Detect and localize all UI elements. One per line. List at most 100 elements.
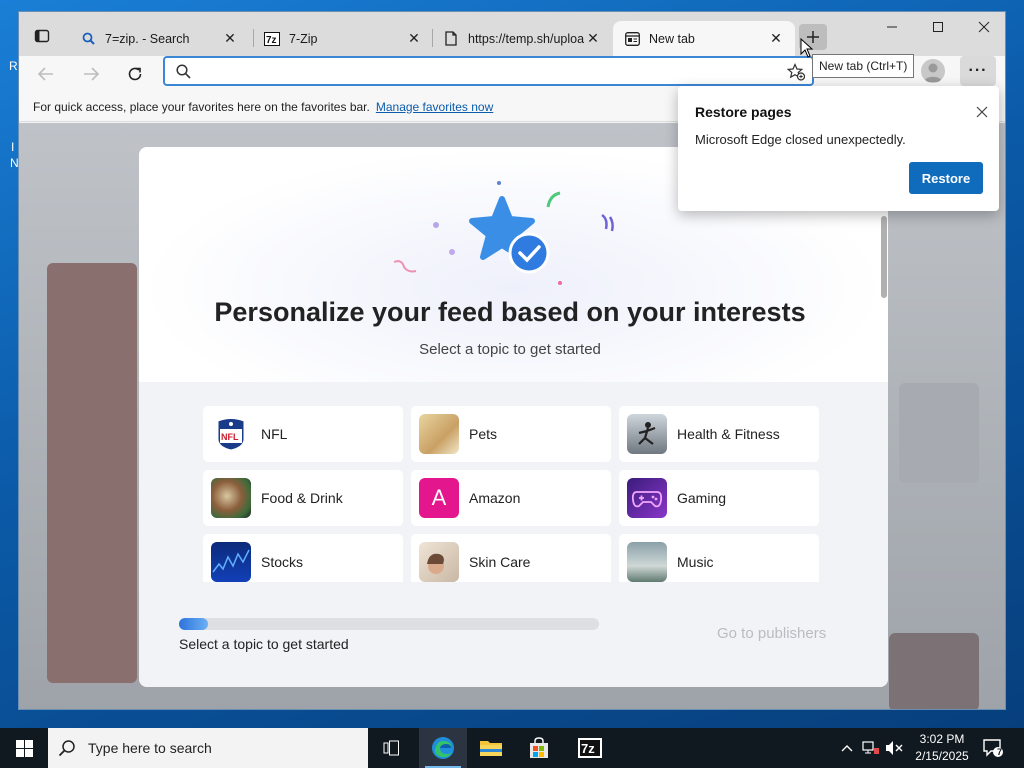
pets-photo-icon — [419, 414, 459, 454]
blurred-background-card — [899, 383, 979, 483]
refresh-button[interactable] — [120, 59, 150, 89]
topic-card-amazon[interactable]: A Amazon — [411, 470, 611, 526]
food-photo-icon — [211, 478, 251, 518]
progress-fill — [179, 618, 209, 630]
star-check-illustration-icon — [393, 181, 614, 285]
add-favorite-icon[interactable] — [787, 63, 805, 81]
store-icon — [530, 737, 548, 758]
7zip-icon: 7z — [578, 738, 602, 758]
svg-text:7z: 7z — [266, 35, 277, 46]
new-tab-tooltip: New tab (Ctrl+T) — [812, 54, 915, 78]
tab-search[interactable]: 7=zip. - Search ✕ — [69, 21, 249, 56]
close-window-button[interactable] — [961, 12, 1005, 42]
7zip-taskbar-button[interactable]: 7z — [566, 728, 614, 768]
manage-favorites-link[interactable]: Manage favorites now — [376, 100, 493, 114]
taskbar-search-box[interactable] — [48, 728, 368, 768]
network-icon — [862, 741, 879, 754]
topic-label: Amazon — [469, 490, 521, 506]
search-icon — [79, 30, 97, 48]
network-button[interactable] — [860, 728, 882, 768]
desktop-icon-letter: I — [11, 140, 15, 154]
progress-label: Select a topic to get started — [179, 636, 349, 652]
blurred-background-card — [47, 263, 137, 683]
tab-label: 7=zip. - Search — [105, 31, 190, 46]
show-hidden-icons-button[interactable] — [838, 728, 856, 768]
tab-actions-button[interactable] — [27, 22, 57, 50]
close-icon[interactable]: ✕ — [221, 30, 239, 48]
go-to-publishers-button[interactable]: Go to publishers — [717, 625, 826, 642]
dialog-subtitle: Select a topic to get started — [419, 341, 601, 358]
forward-arrow-icon — [84, 67, 100, 81]
task-view-icon — [383, 740, 399, 756]
topic-label: Food & Drink — [261, 490, 343, 506]
topic-card-music[interactable]: Music — [619, 534, 819, 582]
restore-title: Restore pages — [695, 104, 792, 120]
tab-label: 7-Zip — [289, 31, 318, 46]
start-button[interactable] — [0, 728, 48, 768]
minimize-button[interactable] — [869, 12, 915, 42]
chevron-up-icon — [841, 745, 853, 752]
topic-card-food-drink[interactable]: Food & Drink — [203, 470, 403, 526]
newtab-icon — [623, 30, 641, 48]
topic-label: Skin Care — [469, 554, 531, 570]
taskbar-search-input[interactable] — [88, 740, 348, 756]
close-icon[interactable]: ✕ — [767, 30, 785, 48]
gamepad-photo-icon — [627, 478, 667, 518]
edge-taskbar-button[interactable] — [419, 728, 467, 768]
svg-text:NFL: NFL — [221, 432, 239, 442]
close-icon — [978, 21, 990, 33]
address-bar[interactable] — [163, 56, 814, 86]
ellipsis-icon: ··· — [968, 62, 988, 79]
restore-message: Microsoft Edge closed unexpectedly. — [695, 132, 906, 147]
system-clock[interactable]: 3:02 PM 2/15/2025 — [904, 731, 980, 765]
page-icon — [442, 30, 460, 48]
restore-pages-popup: Restore pages Microsoft Edge closed unex… — [678, 86, 999, 211]
address-input[interactable] — [199, 62, 759, 82]
task-view-button[interactable] — [368, 728, 416, 768]
settings-more-button[interactable]: ··· — [960, 56, 996, 86]
person-icon — [924, 63, 942, 82]
edge-icon — [432, 737, 454, 759]
tab-strip: 7=zip. - Search ✕ 7z 7-Zip ✕ https://tem… — [19, 12, 1005, 56]
topic-card-pets[interactable]: Pets — [411, 406, 611, 462]
topic-card-gaming[interactable]: Gaming — [619, 470, 819, 526]
topic-label: Music — [677, 554, 714, 570]
desktop-icon-letter: R — [9, 59, 18, 73]
close-icon[interactable]: ✕ — [405, 30, 423, 48]
dialog-title: Personalize your feed based on your inte… — [214, 297, 806, 327]
svg-text:7z: 7z — [581, 741, 595, 756]
favorites-message: For quick access, place your favorites h… — [33, 99, 370, 114]
topic-card-nfl[interactable]: NFL NFL — [203, 406, 403, 462]
file-explorer-icon — [480, 741, 502, 756]
selection-progress-bar — [179, 618, 599, 630]
profile-avatar[interactable] — [921, 59, 945, 83]
refresh-icon — [128, 67, 142, 81]
back-button[interactable] — [31, 59, 61, 89]
close-icon[interactable]: ✕ — [584, 30, 602, 48]
music-photo-icon — [627, 542, 667, 582]
topic-label: Pets — [469, 426, 498, 442]
restore-button[interactable]: Restore — [909, 162, 983, 194]
store-button[interactable] — [515, 728, 563, 768]
volume-button[interactable] — [884, 728, 904, 768]
topic-card-health-fitness[interactable]: Health & Fitness — [619, 406, 819, 462]
tab-new-tab[interactable]: New tab ✕ — [613, 21, 795, 56]
page-scrollbar-thumb[interactable] — [881, 216, 887, 298]
tab-7zip[interactable]: 7z 7-Zip ✕ — [253, 21, 433, 56]
mouse-cursor-icon — [800, 38, 814, 58]
topic-grid: NFL NFL Pets Health & Fitness Food & Dri… — [203, 406, 823, 582]
forward-button[interactable] — [76, 59, 106, 89]
fitness-photo-icon — [627, 414, 667, 454]
back-arrow-icon — [37, 67, 53, 81]
close-popup-button[interactable] — [972, 102, 992, 122]
tab-temp-sh[interactable]: https://temp.sh/upload ✕ — [432, 21, 612, 56]
action-center-button[interactable]: 7 — [982, 728, 1004, 768]
personalize-dialog: Personalize your feed based on your inte… — [139, 147, 888, 687]
blurred-background-card — [889, 633, 979, 709]
file-explorer-button[interactable] — [467, 728, 515, 768]
skincare-photo-icon — [419, 542, 459, 582]
maximize-button[interactable] — [915, 12, 961, 42]
topic-card-skin-care[interactable]: Skin Care — [411, 534, 611, 582]
clock-date: 2/15/2025 — [915, 749, 969, 763]
topic-card-stocks[interactable]: Stocks — [203, 534, 403, 582]
